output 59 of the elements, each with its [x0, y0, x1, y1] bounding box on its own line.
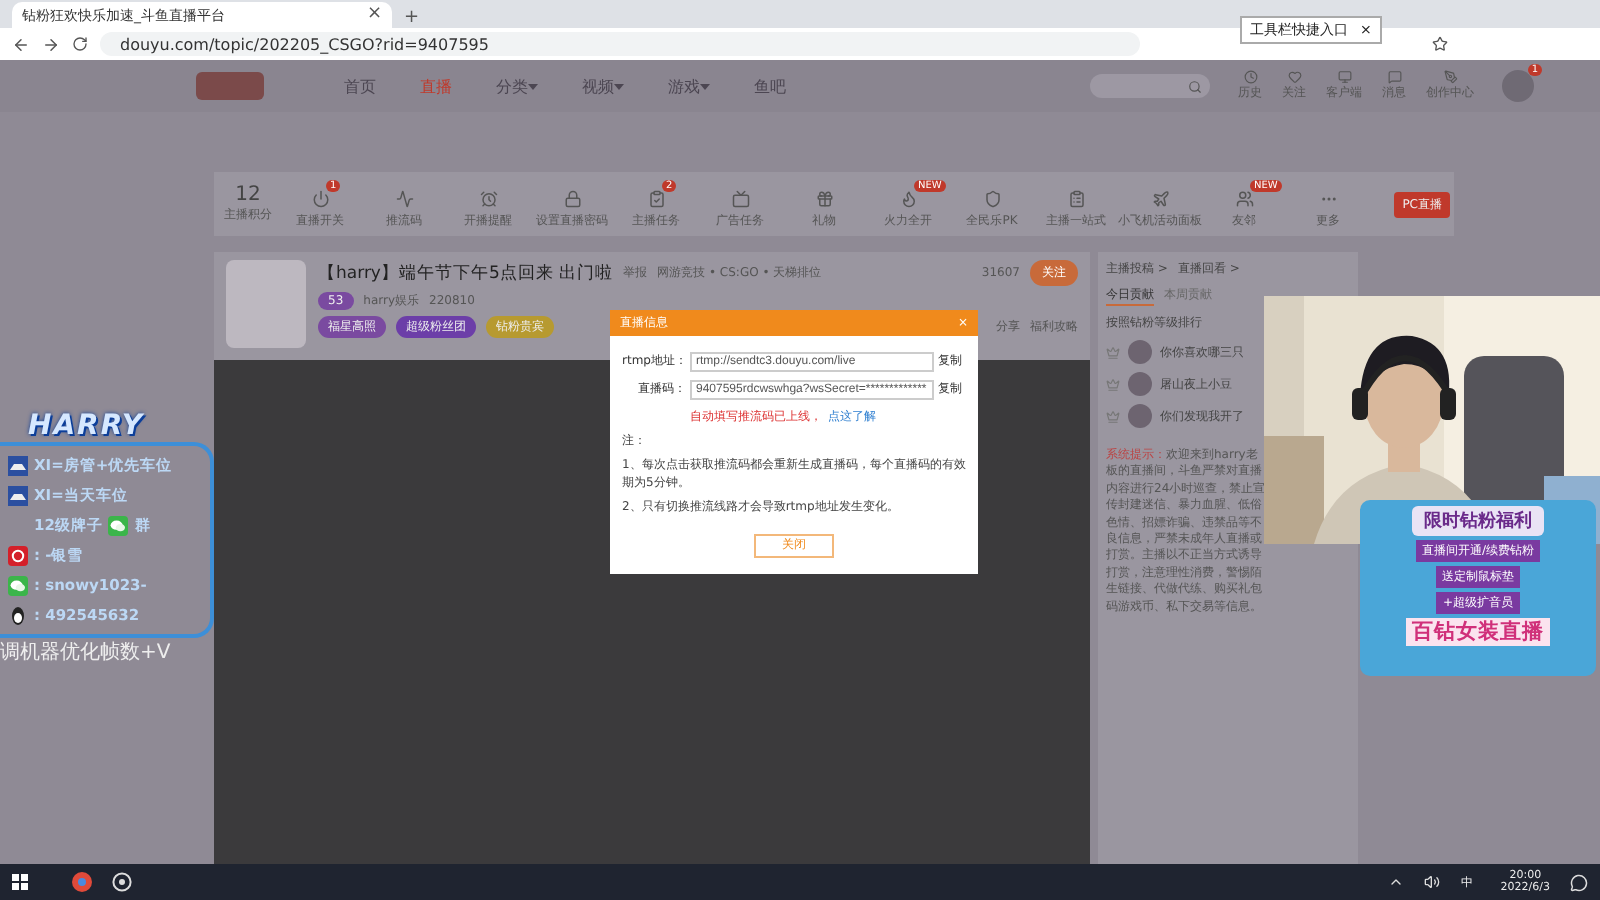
car-icon: [8, 455, 28, 475]
car-icon: [8, 485, 28, 505]
promo-footer: 百钻女装直播: [1406, 618, 1550, 646]
nav-item[interactable]: 视频: [582, 75, 624, 97]
back-icon[interactable]: [12, 35, 30, 53]
notification-icon[interactable]: [1570, 873, 1588, 891]
monitor-icon: [1337, 70, 1351, 84]
nav-item[interactable]: 分类: [496, 75, 538, 97]
reload-icon[interactable]: [72, 36, 88, 52]
browser-icon[interactable]: [72, 872, 92, 892]
tray-icon[interactable]: [1388, 874, 1405, 890]
nav-item[interactable]: 游戏: [668, 75, 710, 97]
recorder-icon[interactable]: [112, 872, 132, 892]
power-icon: [311, 189, 329, 207]
shield-icon: [983, 189, 1001, 207]
wechat-icon: [108, 515, 129, 535]
music-icon: [8, 545, 28, 565]
penguin-icon: [8, 605, 28, 625]
windows-icon[interactable]: [12, 874, 28, 890]
tv-icon: [731, 189, 749, 207]
gift-icon: [815, 189, 833, 207]
nav-item[interactable]: 鱼吧: [754, 75, 786, 97]
pen-icon: [1443, 70, 1457, 84]
crown-icon: [1106, 409, 1120, 423]
clipboard-check-icon: [647, 189, 665, 207]
caret-icon: [614, 81, 624, 91]
caret-icon: [528, 81, 538, 91]
user-avatar: [1128, 340, 1152, 364]
clipboard-icon: [1067, 189, 1085, 207]
streamer-avatar: [226, 260, 306, 348]
nav-item[interactable]: 直播: [420, 75, 452, 97]
address-bar[interactable]: douyu.com/topic/202205_CSGO?rid=9407595: [100, 32, 1140, 56]
lock-icon: [563, 189, 581, 207]
logo-text: HARRY: [28, 410, 146, 442]
search-field[interactable]: [1090, 74, 1210, 98]
forward-icon[interactable]: [42, 35, 60, 53]
crown-icon: [1106, 345, 1120, 359]
user-avatar: [1128, 404, 1152, 428]
tab-close-button[interactable]: ×: [366, 6, 382, 24]
plane-icon: [1151, 189, 1169, 207]
search-icon: [1188, 79, 1202, 93]
chat-icon: [1387, 70, 1401, 84]
promo-title: 限时钻粉福利: [1412, 506, 1544, 536]
bookmark-icon[interactable]: [1432, 36, 1448, 52]
alarm-clock-icon: [479, 189, 497, 207]
nav-item[interactable]: 首页: [344, 75, 376, 97]
pulse-icon: [395, 189, 413, 207]
volume-icon[interactable]: [1424, 874, 1441, 890]
flame-icon: [899, 189, 917, 207]
heart-icon: [1287, 70, 1301, 84]
wechat-icon: [8, 575, 28, 595]
users-icon: [1235, 189, 1253, 207]
clock-icon: [1243, 70, 1257, 84]
crown-icon: [1106, 377, 1120, 391]
user-avatar: [1128, 372, 1152, 396]
stream-title: 【harry】端午节下午5点回来 出门啦: [318, 261, 614, 285]
caret-icon: [700, 81, 710, 91]
caption-text: 调机器优化帧数+V: [0, 639, 173, 666]
new-tab-button[interactable]: +: [404, 10, 420, 28]
